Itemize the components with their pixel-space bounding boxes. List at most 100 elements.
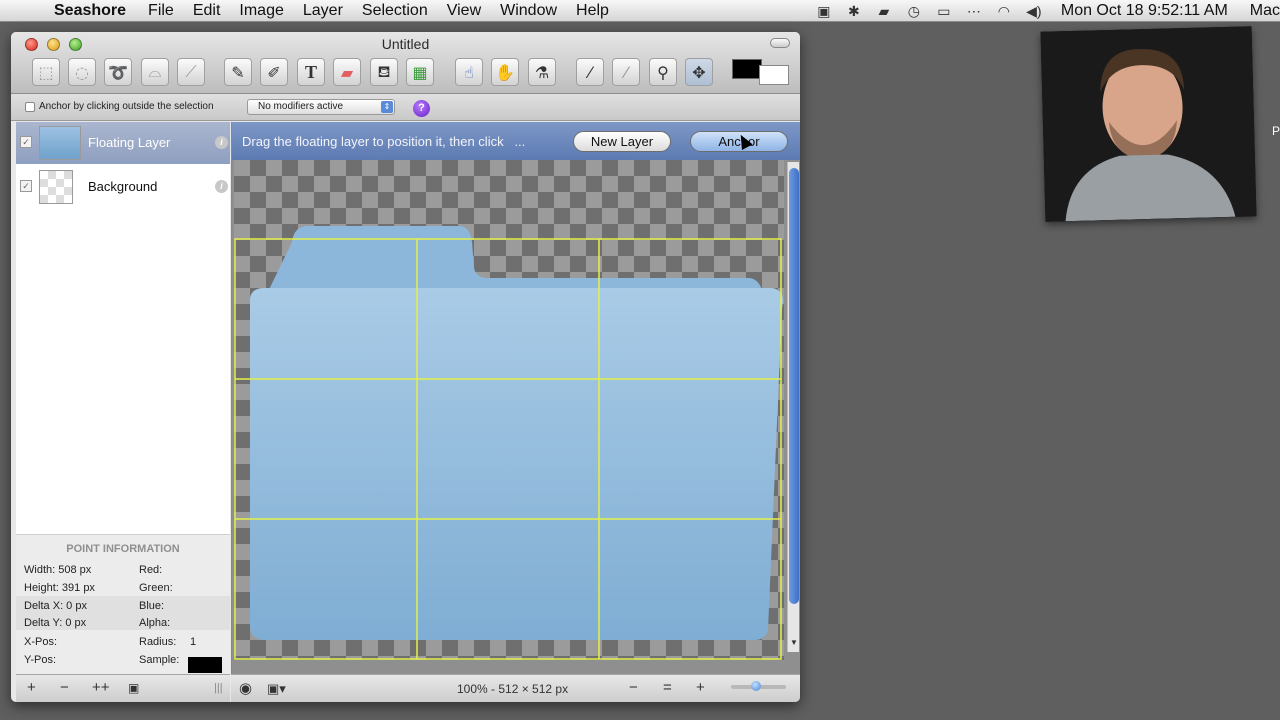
zoom-slider-knob[interactable]: [751, 681, 761, 691]
resize-handle-icon[interactable]: |||: [214, 682, 223, 694]
move-tool-icon[interactable]: ✥: [685, 58, 713, 86]
point-information-panel: POINT INFORMATION Width: 508 px Height: …: [16, 534, 230, 674]
folder-front: [250, 288, 783, 640]
channel-select-icon[interactable]: ▣▾: [267, 681, 286, 697]
layer-name: Floating Layer: [88, 135, 171, 150]
info-icon[interactable]: i: [215, 180, 228, 193]
bucket-tool-icon[interactable]: ⛾: [370, 58, 398, 86]
network-status-icon[interactable]: ✱: [845, 3, 863, 19]
layer-visibility-checkbox[interactable]: ✓: [20, 180, 32, 192]
duplicate-layer-icon[interactable]: ++: [92, 679, 110, 696]
scroll-down-arrow-icon[interactable]: ▼: [788, 638, 800, 652]
delta-y-readout: Delta Y: 0 px: [24, 617, 87, 629]
red-readout: Red:: [139, 564, 163, 576]
zoom-in-icon[interactable]: +: [696, 679, 705, 696]
effect-tool-icon[interactable]: ⚗: [528, 58, 556, 86]
width-readout: Width: 508 px: [24, 564, 92, 576]
layer-row-background[interactable]: ✓ Background i: [16, 166, 230, 208]
layer-thumbnail: [39, 170, 73, 204]
x-pos-readout: X-Pos:: [24, 636, 58, 648]
finder-status-icon[interactable]: ▣: [815, 3, 833, 19]
polygon-lasso-tool-icon[interactable]: ⌓: [141, 58, 169, 86]
menu-extras: ▣ ✱ ▰ ◷ ▭ ⋯ ◠ ◀) Mon Oct 18 9:52:11 AM M…: [815, 0, 1280, 22]
window-title: Untitled: [381, 36, 430, 52]
clone-tool-icon[interactable]: ✋: [491, 58, 519, 86]
lasso-tool-icon[interactable]: ➰: [104, 58, 132, 86]
layer-row-floating[interactable]: ✓ Floating Layer i: [16, 122, 230, 164]
gradient-tool-icon[interactable]: ▦: [406, 58, 434, 86]
menu-help[interactable]: Help: [576, 2, 609, 20]
display-status-icon[interactable]: ▰: [875, 3, 893, 19]
layer-name: Background: [88, 179, 158, 194]
alpha-readout: Alpha:: [139, 617, 171, 629]
menu-bar: Seashore File Edit Image Layer Selection…: [0, 0, 1280, 22]
menu-image[interactable]: Image: [239, 2, 283, 20]
chevron-updown-icon: ⇕: [381, 101, 393, 113]
background-color-swatch[interactable]: [759, 65, 789, 85]
smudge-tool-icon[interactable]: ☝: [455, 58, 483, 86]
layer-settings-icon[interactable]: ▣: [128, 681, 139, 695]
time-machine-icon[interactable]: ◷: [905, 3, 923, 19]
menu-clock[interactable]: Mon Oct 18 9:52:11 AM: [1061, 2, 1228, 20]
modifiers-select[interactable]: No modifiers active ⇕: [247, 99, 395, 115]
menu-edit[interactable]: Edit: [193, 2, 221, 20]
floating-layer-banner: Drag the floating layer to position it, …: [232, 122, 800, 160]
wifi-icon[interactable]: ◠: [995, 3, 1013, 19]
eyedropper-tool-icon[interactable]: ⁄: [576, 58, 604, 86]
layer-thumbnail: [39, 126, 81, 160]
eye-icon[interactable]: ◉: [239, 679, 252, 697]
brush-2-tool-icon[interactable]: ⁄: [612, 58, 640, 86]
add-layer-icon[interactable]: +: [27, 679, 36, 696]
zoom-fit-icon[interactable]: =: [663, 679, 672, 696]
webcam-overlay: [1040, 26, 1257, 222]
info-icon[interactable]: i: [215, 136, 228, 149]
zoom-out-icon[interactable]: −: [629, 679, 638, 696]
title-bar: Untitled ⬚ ◌ ➰ ⌓ ⟋ ✎ ✐ T ▰ ⛾ ▦ ☝ ✋ ⚗ ⁄ ⁄…: [11, 32, 800, 94]
tool-options-bar: Anchor by clicking outside the selection…: [11, 94, 800, 121]
canvas-status-bar: ◉ ▣▾ 100% - 512 × 512 px − = +: [231, 674, 800, 702]
menu-view[interactable]: View: [447, 2, 481, 20]
foreground-color-swatch[interactable]: [732, 59, 762, 79]
menu-window[interactable]: Window: [500, 2, 557, 20]
text-tool-icon[interactable]: T: [297, 58, 325, 86]
toolbar-toggle-button[interactable]: [770, 38, 790, 48]
banner-message-text: Drag the floating layer to position it, …: [242, 134, 504, 149]
bluetooth-icon[interactable]: ⋯: [965, 3, 983, 19]
rect-select-tool-icon[interactable]: ⬚: [32, 58, 60, 86]
zoom-info-label: 100% - 512 × 512 px: [457, 682, 569, 696]
new-layer-button[interactable]: New Layer: [573, 131, 671, 152]
anchor-outside-label: Anchor by clicking outside the selection: [39, 101, 214, 112]
user-name[interactable]: Mac: [1250, 2, 1280, 20]
app-menu[interactable]: Seashore: [54, 2, 126, 20]
document-window: Untitled ⬚ ◌ ➰ ⌓ ⟋ ✎ ✐ T ▰ ⛾ ▦ ☝ ✋ ⚗ ⁄ ⁄…: [11, 32, 800, 702]
vertical-scrollbar[interactable]: ▼: [787, 162, 799, 652]
pencil-tool-icon[interactable]: ✎: [224, 58, 252, 86]
sample-color-swatch: [188, 657, 222, 673]
help-button[interactable]: ?: [413, 100, 430, 117]
banner-ellipsis: ...: [514, 134, 526, 149]
delete-layer-icon[interactable]: −: [60, 679, 69, 696]
scrollbar-thumb[interactable]: [789, 168, 799, 604]
y-pos-readout: Y-Pos:: [24, 654, 57, 666]
zoom-tool-icon[interactable]: ⚲: [649, 58, 677, 86]
blue-readout: Blue:: [139, 600, 165, 612]
menu-layer[interactable]: Layer: [303, 2, 343, 20]
banner-message: Drag the floating layer to position it, …: [242, 134, 525, 149]
volume-icon[interactable]: ◀): [1025, 3, 1043, 19]
menu-file[interactable]: File: [148, 2, 174, 20]
green-readout: Green:: [139, 582, 173, 594]
brush-tool-icon[interactable]: ✐: [260, 58, 288, 86]
zoom-slider[interactable]: [731, 681, 786, 691]
screen-icon[interactable]: ▭: [935, 3, 953, 19]
modifiers-value: No modifiers active: [258, 101, 344, 112]
menu-selection[interactable]: Selection: [362, 2, 428, 20]
eraser-tool-icon[interactable]: ▰: [333, 58, 361, 86]
ellipse-select-tool-icon[interactable]: ◌: [68, 58, 96, 86]
layers-panel-footer: + − ++ ▣ |||: [16, 674, 230, 702]
layer-visibility-checkbox[interactable]: ✓: [20, 136, 32, 148]
edge-text: P: [1272, 124, 1280, 138]
height-readout: Height: 391 px: [24, 582, 95, 594]
anchor-outside-checkbox[interactable]: [25, 102, 35, 112]
wand-tool-icon[interactable]: ⟋: [177, 58, 205, 86]
canvas-image[interactable]: [234, 160, 784, 660]
